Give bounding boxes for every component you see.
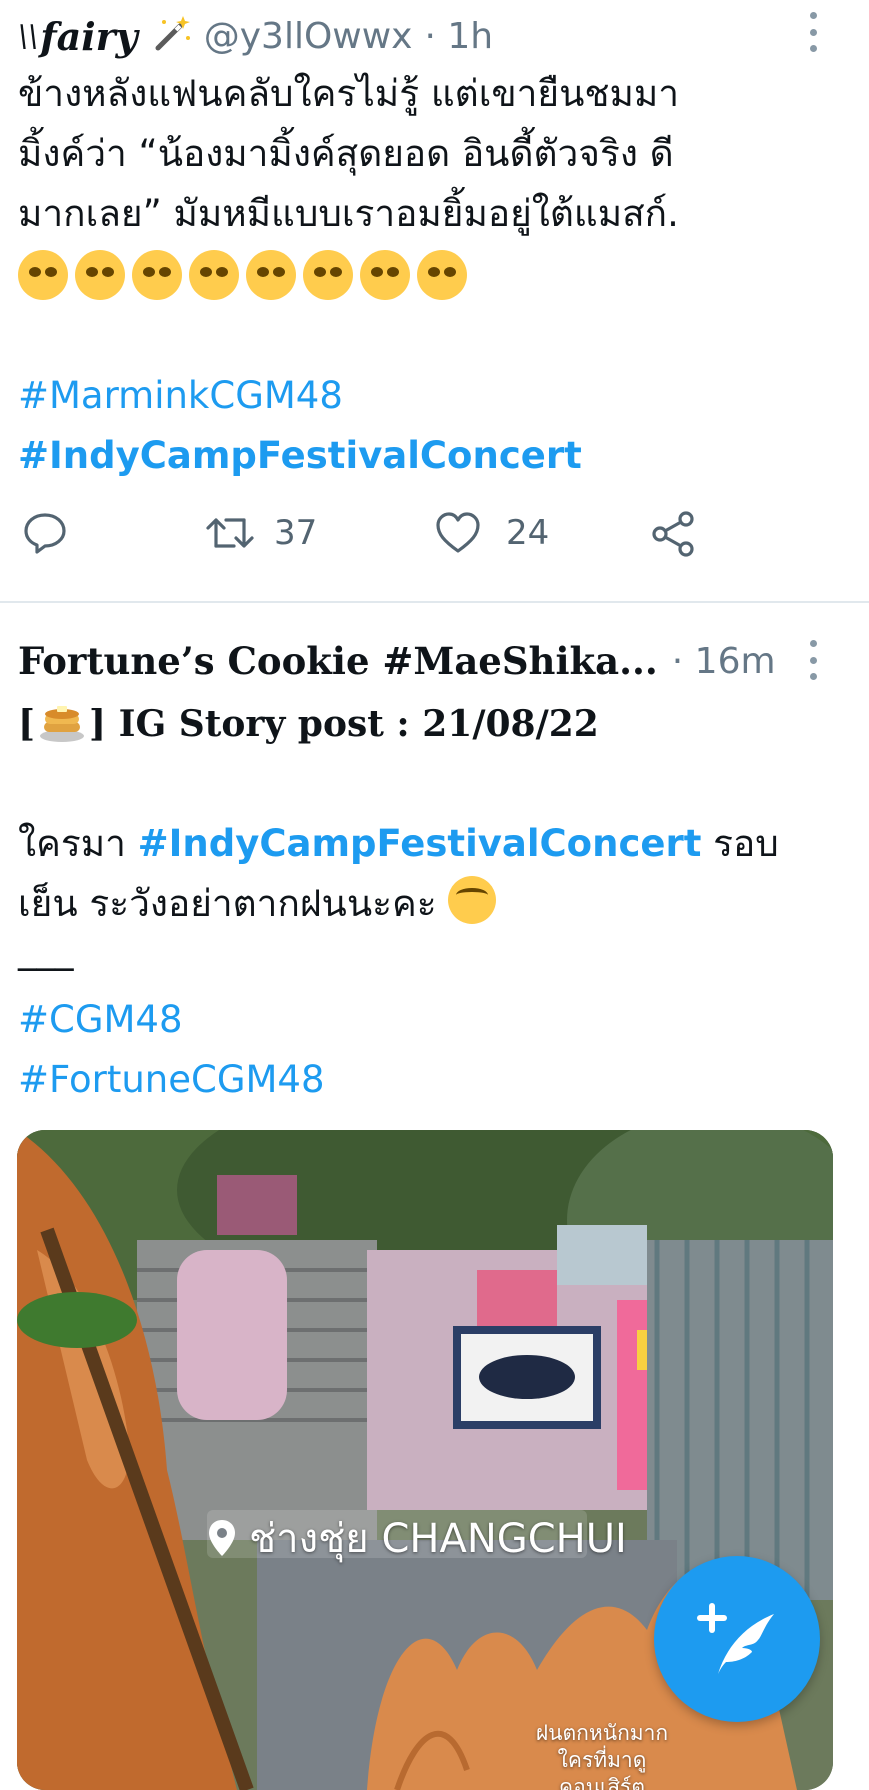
retweet-icon	[206, 518, 254, 548]
hashtag-link[interactable]: #IndyCampFestivalConcert	[18, 426, 679, 486]
like-count: 24	[506, 513, 550, 553]
like-button[interactable]: 24	[434, 510, 549, 556]
tweet-text-line: มากเลย” มัมหมีแบบเราอมยิ้มอยู่ใต้แมสก์.	[18, 192, 679, 235]
compose-tweet-button[interactable]	[654, 1556, 820, 1722]
more-icon[interactable]	[809, 640, 817, 680]
more-icon[interactable]	[809, 12, 817, 52]
media-caption: ฝนตกหนักมาก ใครที่มาดูคอนเสิร์ต	[535, 1721, 669, 1790]
hashtag-link[interactable]: #IndyCampFestivalConcert	[138, 822, 702, 865]
pleading-face-emoji-icon	[303, 250, 353, 300]
display-name[interactable]: fairy	[40, 14, 138, 59]
pleading-face-emoji-icon	[132, 250, 182, 300]
tweet-text-line: ใครมา #IndyCampFestivalConcert รอบ	[18, 822, 779, 865]
separator-line: ___	[18, 928, 74, 971]
emoji-row	[18, 244, 679, 308]
pleading-face-emoji-icon	[75, 250, 125, 300]
share-icon	[652, 511, 694, 557]
tweet-time: · 1h	[424, 15, 494, 57]
retweet-button[interactable]: 37	[204, 510, 317, 556]
tweet-header: Fortune’s Cookie #MaeShika... · 16m	[18, 636, 776, 686]
pleading-face-emoji-icon	[246, 250, 296, 300]
location-pin-icon	[209, 1520, 235, 1556]
like-icon	[436, 512, 480, 553]
hashtag-link[interactable]: #FortuneCGM48	[18, 1050, 779, 1110]
reply-icon	[24, 513, 66, 554]
tweet-text-line: [ ] IG Story post : 21/08/22	[18, 694, 779, 754]
compose-icon	[697, 1603, 774, 1674]
retweet-count: 37	[274, 513, 318, 553]
hashtag-link[interactable]: #MarminkCGM48	[18, 366, 679, 426]
media-location-label: ช่างชุ่ย CHANGCHUI	[207, 1506, 627, 1570]
pleading-face-emoji-icon	[189, 250, 239, 300]
face-with-rolling-eyes-emoji-icon	[448, 876, 497, 924]
pleading-face-emoji-icon	[360, 250, 410, 300]
display-name[interactable]: Fortune’s Cookie #MaeShika...	[18, 639, 658, 683]
tweet-text: ข้างหลังแฟนคลับใครไม่รู้ แต่เขายืนชมมา ม…	[18, 64, 679, 486]
hashtag-link[interactable]: #CGM48	[18, 990, 779, 1050]
tweet-text-line: มิ้งค์ว่า “น้องมามิ้งค์สุดยอด อินดี้ตัวจ…	[18, 132, 674, 175]
magic-wand-icon	[152, 14, 192, 58]
tweet-divider	[0, 601, 869, 603]
tweet-actions: 37 24	[18, 510, 718, 570]
user-handle[interactable]: @y3llOwwx	[204, 16, 413, 57]
tweet-text-line: ข้างหลังแฟนคลับใครไม่รู้ แต่เขายืนชมมา	[18, 72, 680, 115]
pleading-face-emoji-icon	[417, 250, 467, 300]
share-button[interactable]	[650, 510, 698, 558]
pleading-face-emoji-icon	[18, 250, 68, 300]
tweet-text-line: เย็น ระวังอย่าตากฝนนะคะ	[18, 874, 779, 934]
tweet-text: [ ] IG Story post : 21/08/22 ใครมา #Indy…	[18, 694, 779, 1110]
reply-button[interactable]	[22, 510, 68, 556]
tweet-header: \\ fairy @y3llOwwx · 1h	[18, 8, 493, 64]
name-decoration-icon: \\	[18, 18, 39, 54]
tweet-time: · 16m	[671, 640, 776, 682]
pancakes-emoji-icon	[37, 700, 87, 744]
